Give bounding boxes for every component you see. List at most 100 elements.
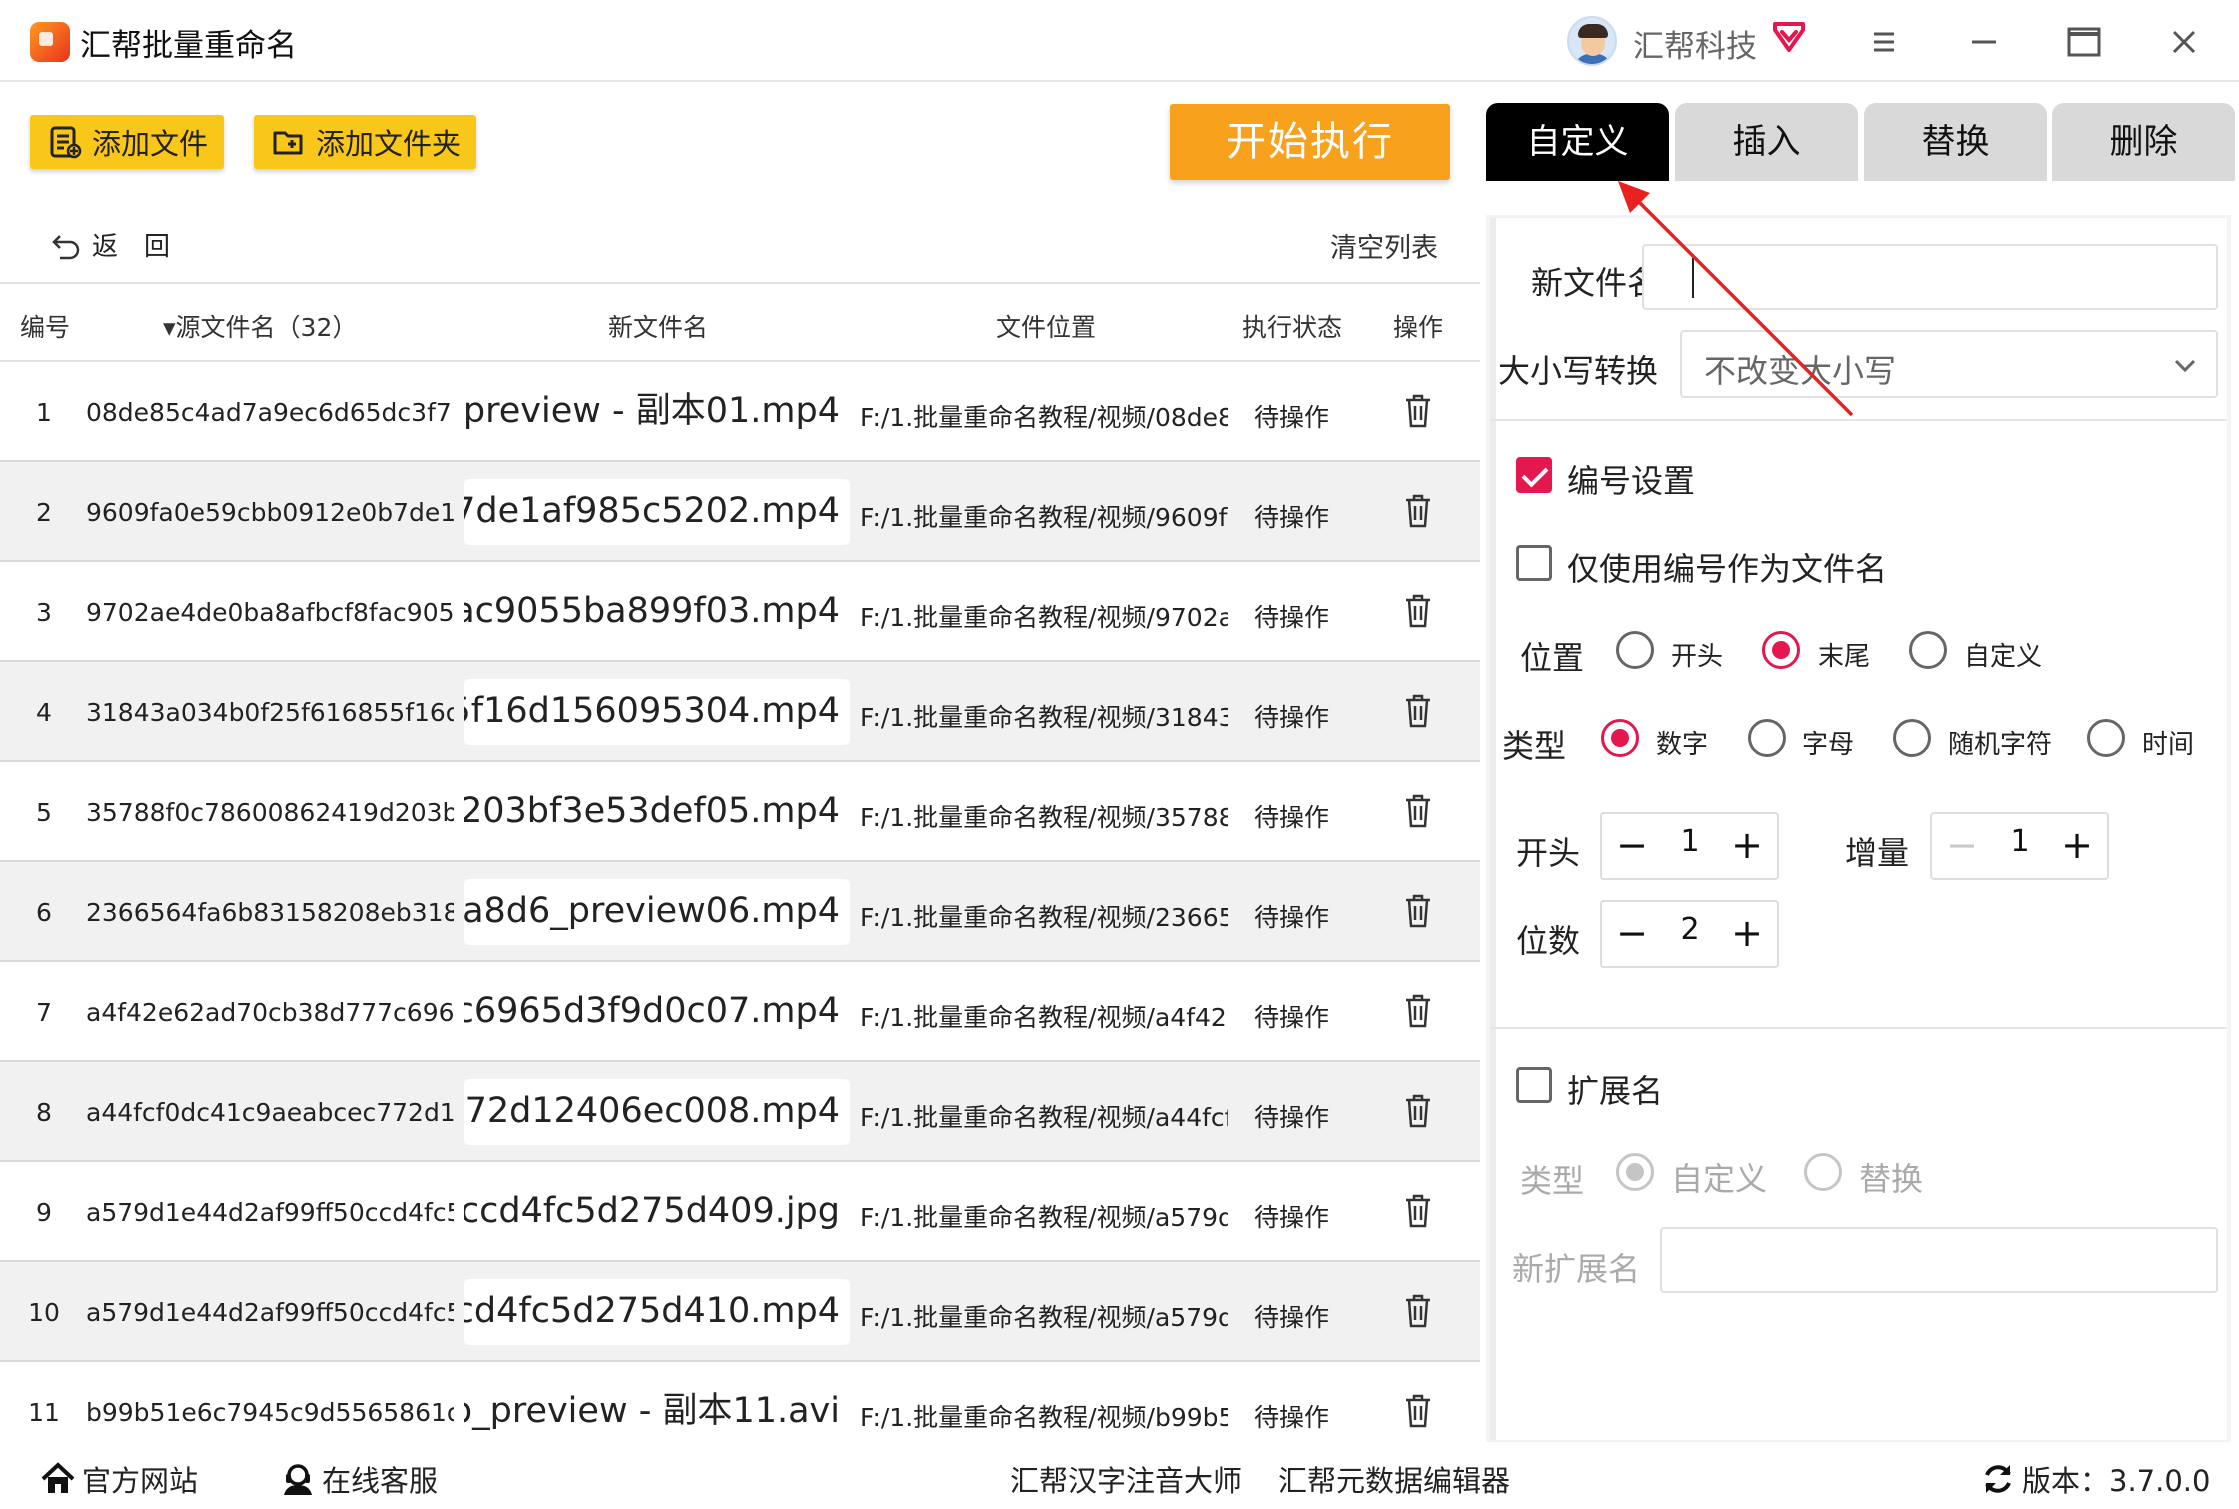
position-custom-radio[interactable]	[1909, 631, 1947, 669]
tab-insert[interactable]: 插入	[1675, 103, 1858, 181]
increment-decrement-button[interactable]: −	[1942, 822, 1982, 868]
table-row[interactable]: 7 a4f42e62ad70cb38d777c6965d3 77c6965d3f9d…	[0, 962, 1480, 1062]
start-decrement-button[interactable]: −	[1612, 822, 1652, 868]
minimize-icon[interactable]	[1962, 20, 2006, 64]
ext-type-replace-radio[interactable]	[1804, 1153, 1842, 1191]
delete-trash-icon[interactable]	[1403, 893, 1433, 929]
row-source-name: 9609fa0e59cbb0912e0b7de1af9	[86, 498, 454, 527]
ext-type-replace-label: 替换	[1859, 1160, 1924, 1198]
type-time-radio[interactable]	[2087, 719, 2125, 757]
add-file-button[interactable]: 添加文件	[30, 115, 224, 169]
type-number-radio[interactable]	[1601, 719, 1639, 757]
row-new-name[interactable]: cb_preview - 副本11.avi	[464, 1379, 850, 1442]
row-new-name[interactable]: 0ccd4fc5d275d410.mp4	[464, 1279, 850, 1345]
table-row[interactable]: 10 a579d1e44d2af99ff50ccd4fc5d2 0ccd4fc5d2…	[0, 1262, 1480, 1362]
row-location: F:/1.批量重命名教程/视频/9702ae	[860, 603, 1228, 632]
row-new-name[interactable]: 55f16d156095304.mp4	[464, 679, 850, 745]
position-start-radio[interactable]	[1616, 631, 1654, 669]
delete-trash-icon[interactable]	[1403, 593, 1433, 629]
file-list[interactable]: 1 08de85c4ad7a9ec6d65dc3f7bec e_preview - …	[0, 362, 1480, 1442]
table-row[interactable]: 4 31843a034b0f25f616855f16d15 55f16d156095…	[0, 662, 1480, 762]
row-new-name[interactable]: c772d12406ec008.mp4	[464, 1079, 850, 1145]
metadata-editor-link[interactable]: 汇帮元数据编辑器	[1278, 1458, 1510, 1500]
type-letter-radio[interactable]	[1748, 719, 1786, 757]
row-status: 待操作	[1254, 903, 1330, 932]
table-row[interactable]: 3 9702ae4de0ba8afbcf8fac9055ba 8fac9055ba8…	[0, 562, 1480, 662]
tab-custom[interactable]: 自定义	[1486, 103, 1669, 181]
delete-trash-icon[interactable]	[1403, 1193, 1433, 1229]
row-new-name-text: 8fac9055ba899f03.mp4	[464, 591, 840, 631]
official-website-link[interactable]: 官方网站	[40, 1458, 198, 1500]
row-new-name[interactable]: 77c6965d3f9d0c07.mp4	[464, 979, 850, 1045]
delete-trash-icon[interactable]	[1403, 1093, 1433, 1129]
delete-trash-icon[interactable]	[1403, 1393, 1433, 1429]
row-new-name[interactable]: e_preview - 副本01.mp4	[464, 379, 850, 445]
pinyin-master-link[interactable]: 汇帮汉字注音大师	[1010, 1458, 1242, 1500]
row-new-name[interactable]: 8fac9055ba899f03.mp4	[464, 579, 850, 645]
digits-increment-button[interactable]: +	[1727, 910, 1767, 956]
delete-trash-icon[interactable]	[1403, 1293, 1433, 1329]
clear-list-button[interactable]: 清空列表	[1330, 226, 1438, 265]
user-avatar[interactable]	[1567, 16, 1617, 66]
user-name[interactable]: 汇帮科技	[1633, 21, 1757, 66]
delete-trash-icon[interactable]	[1403, 693, 1433, 729]
row-new-name[interactable]: 0b7de1af985c5202.mp4	[464, 479, 850, 545]
refresh-icon	[1985, 1465, 2011, 1493]
row-new-name[interactable]: 50ccd4fc5d275d409.jpg	[464, 1179, 850, 1245]
row-new-name[interactable]: 52a8d6_preview06.mp4	[464, 879, 850, 945]
add-folder-button[interactable]: 添加文件夹	[254, 115, 476, 169]
table-row[interactable]: 1 08de85c4ad7a9ec6d65dc3f7bec e_preview - …	[0, 362, 1480, 462]
digits-value[interactable]: 2	[1662, 912, 1718, 947]
row-source-name: a44fcf0dc41c9aeabcec772d1240	[86, 1098, 454, 1127]
new-ext-input[interactable]	[1660, 1227, 2218, 1293]
table-row[interactable]: 9 a579d1e44d2af99ff50ccd4fc5d2 50ccd4fc5d2…	[0, 1162, 1480, 1262]
table-row[interactable]: 5 35788f0c78600862419d203bf3e 9d203bf3e53d…	[0, 762, 1480, 862]
row-number: 5	[36, 798, 52, 827]
add-file-label: 添加文件	[92, 127, 209, 161]
table-row[interactable]: 6 2366564fa6b83158208eb318175 52a8d6_previ…	[0, 862, 1480, 962]
row-source-name: 31843a034b0f25f616855f16d15	[86, 698, 454, 727]
start-value[interactable]: 1	[1662, 824, 1718, 859]
table-row[interactable]: 2 9609fa0e59cbb0912e0b7de1af9 0b7de1af985c…	[0, 462, 1480, 562]
extension-checkbox[interactable]	[1516, 1067, 1552, 1103]
increment-stepper[interactable]: − 1 +	[1930, 812, 2109, 880]
increment-increment-button[interactable]: +	[2057, 822, 2097, 868]
table-row[interactable]: 8 a44fcf0dc41c9aeabcec772d1240 c772d12406e…	[0, 1062, 1480, 1162]
digits-decrement-button[interactable]: −	[1612, 910, 1652, 956]
row-new-name-text: 52a8d6_preview06.mp4	[464, 891, 840, 931]
delete-trash-icon[interactable]	[1403, 993, 1433, 1029]
maximize-icon[interactable]	[2062, 20, 2106, 64]
increment-value[interactable]: 1	[1992, 824, 2048, 859]
tab-replace[interactable]: 替换	[1864, 103, 2047, 181]
online-support-label: 在线客服	[322, 1464, 439, 1498]
menu-icon[interactable]	[1862, 20, 1906, 64]
start-increment-button[interactable]: +	[1727, 822, 1767, 868]
start-button[interactable]: 开始执行	[1170, 104, 1450, 180]
digits-stepper[interactable]: − 2 +	[1600, 900, 1779, 968]
position-end-radio[interactable]	[1762, 631, 1800, 669]
start-stepper[interactable]: − 1 +	[1600, 812, 1779, 880]
type-random-radio[interactable]	[1893, 719, 1931, 757]
version-info[interactable]: 版本：3.7.0.0	[1980, 1458, 2210, 1500]
delete-trash-icon[interactable]	[1403, 493, 1433, 529]
table-row[interactable]: 11 b99b51e6c7945c9d5565861d39 cb_preview -…	[0, 1362, 1480, 1442]
tab-delete[interactable]: 删除	[2052, 103, 2235, 181]
divider	[1490, 1027, 2227, 1029]
col-source[interactable]: ▾源文件名（32）	[163, 308, 357, 344]
row-source-name: a579d1e44d2af99ff50ccd4fc5d2	[86, 1198, 454, 1227]
delete-trash-icon[interactable]	[1403, 793, 1433, 829]
vip-diamond-icon[interactable]	[1771, 20, 1807, 54]
row-new-name-text: 55f16d156095304.mp4	[464, 691, 840, 731]
row-location: F:/1.批量重命名教程/视频/a579d1	[860, 1303, 1228, 1332]
delete-trash-icon[interactable]	[1403, 393, 1433, 429]
row-new-name[interactable]: 9d203bf3e53def05.mp4	[464, 779, 850, 845]
back-button[interactable]: 返 回	[50, 226, 170, 263]
numbering-checkbox[interactable]	[1516, 457, 1552, 493]
ext-type-custom-radio[interactable]	[1616, 1153, 1654, 1191]
close-icon[interactable]	[2162, 20, 2206, 64]
only-number-checkbox[interactable]	[1516, 545, 1552, 581]
online-support-link[interactable]: 在线客服	[280, 1458, 438, 1500]
row-location: F:/1.批量重命名教程/视频/31843a	[860, 703, 1228, 732]
increment-label: 增量	[1845, 834, 1910, 872]
col-location: 文件位置	[996, 313, 1097, 342]
